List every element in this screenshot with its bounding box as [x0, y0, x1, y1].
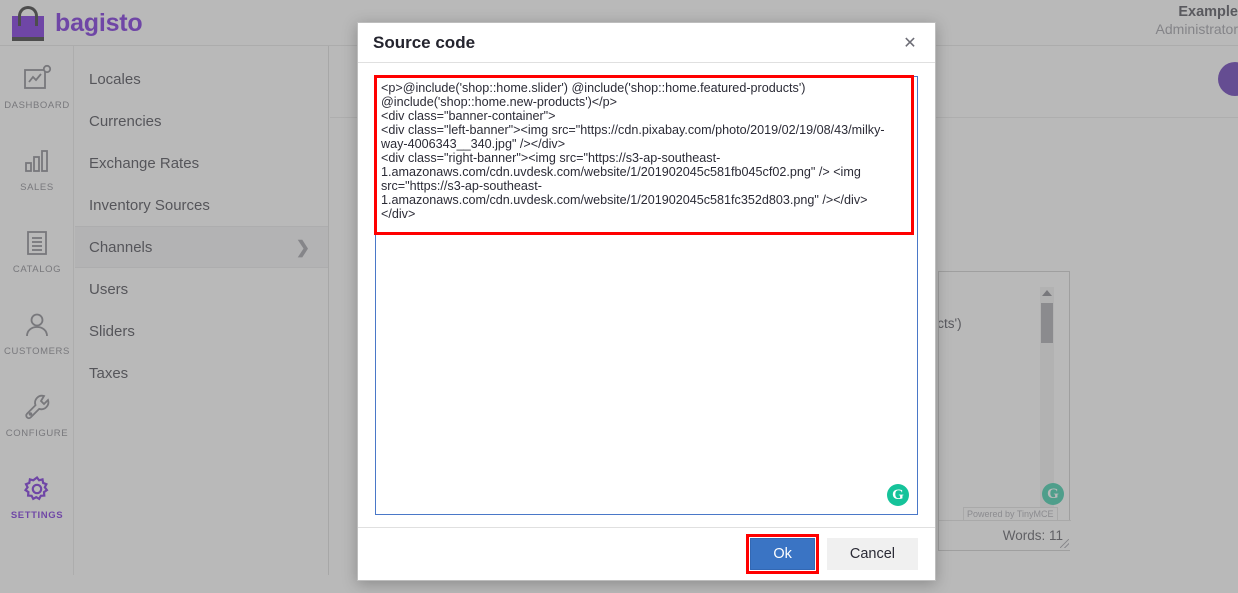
grammarly-icon-modal[interactable]: G [887, 484, 909, 506]
close-icon[interactable]: ✕ [899, 32, 921, 54]
ok-button-highlight: Ok [746, 534, 819, 574]
source-code-textarea[interactable] [376, 77, 917, 514]
dialog-body: G [358, 63, 935, 527]
source-code-field-wrapper: G [374, 75, 918, 515]
dialog-header: Source code ✕ [358, 23, 935, 63]
bagisto-admin-page: bagisto Example Administrator DASHBOARD … [0, 0, 1238, 593]
dialog-title: Source code [373, 32, 476, 52]
source-code-dialog: Source code ✕ G Ok Cancel [357, 22, 936, 581]
dialog-footer: Ok Cancel [358, 527, 935, 580]
cancel-button[interactable]: Cancel [826, 538, 918, 570]
ok-button[interactable]: Ok [750, 538, 815, 570]
